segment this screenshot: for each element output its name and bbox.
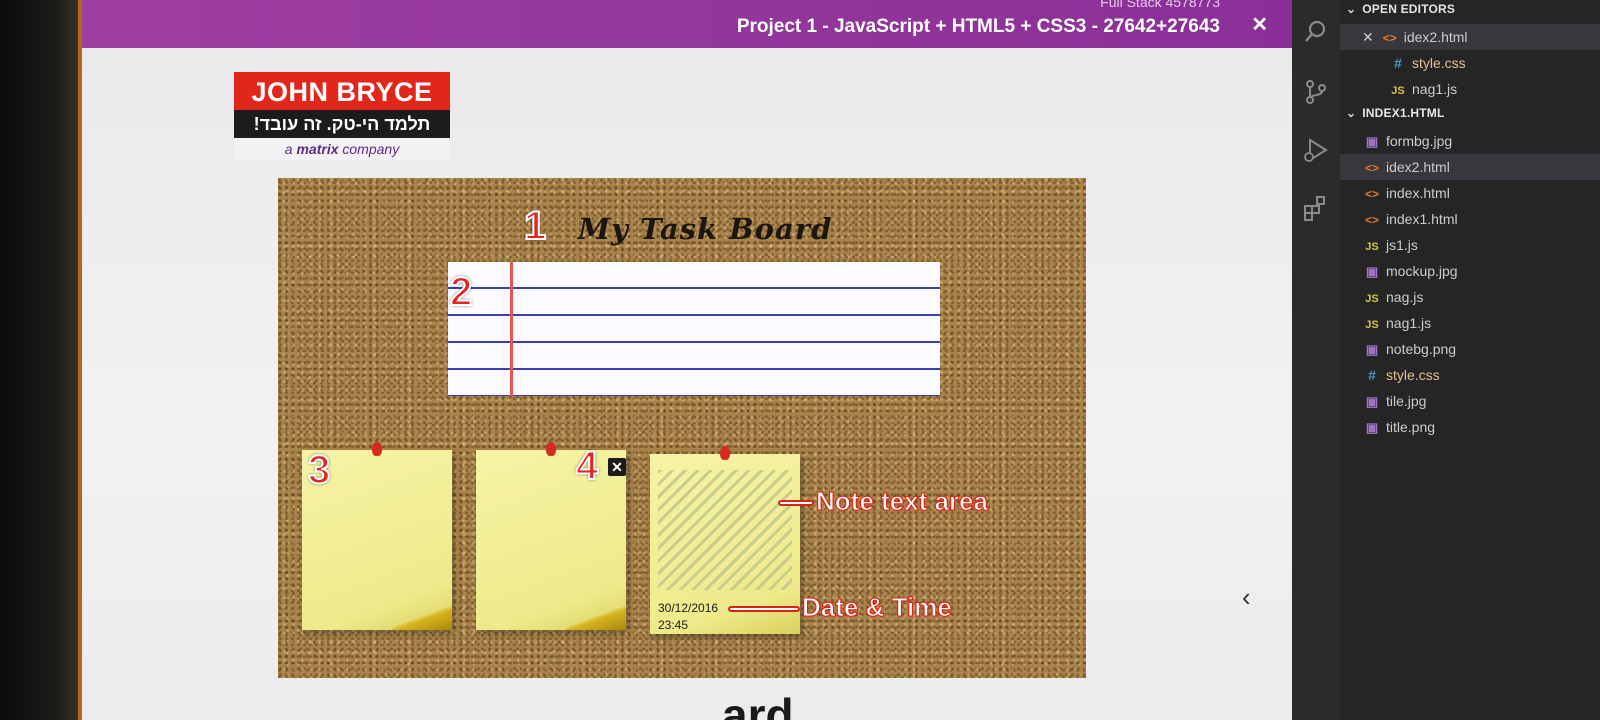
logo-tagline-prefix: a — [284, 141, 297, 157]
js-file-icon: JS — [1365, 319, 1379, 331]
search-icon[interactable] — [1302, 18, 1330, 46]
file-name: tile.jpg — [1386, 393, 1427, 409]
explorer-sidebar: ⌄ OPEN EDITORS ✕ <> idex2.html # style.css J… — [1340, 0, 1600, 720]
logo-slogan: תלמד הי-טק. זה עובד! — [234, 110, 450, 138]
chevron-down-icon: ⌄ — [1346, 2, 1357, 16]
sticky-note — [476, 442, 626, 630]
html-file-icon: <> — [1364, 161, 1379, 175]
callout-date-time: Date & Time — [802, 592, 953, 623]
callout-connector — [778, 500, 814, 506]
js-file-icon: JS — [1391, 85, 1405, 97]
file-name: idex2.html — [1386, 159, 1450, 175]
open-editor-item[interactable]: JS nag1.js — [1340, 76, 1600, 102]
file-item[interactable]: ▣ title.png — [1340, 414, 1600, 440]
pin-icon — [720, 446, 730, 460]
js-file-icon: JS — [1365, 293, 1379, 305]
john-bryce-logo: JOHN BRYCE תלמד הי-טק. זה עובד! a matrix… — [234, 72, 450, 168]
image-file-icon: ▣ — [1365, 342, 1379, 357]
file-name: nag.js — [1386, 289, 1424, 305]
open-editor-name: style.css — [1412, 55, 1466, 71]
file-item[interactable]: <> index.html — [1340, 180, 1600, 206]
file-item[interactable]: ▣ tile.jpg — [1340, 388, 1600, 414]
html-file-icon: <> — [1382, 31, 1397, 45]
run-debug-icon[interactable] — [1302, 136, 1330, 164]
callout-note-text-area: Note text area — [816, 486, 989, 517]
image-file-icon: ▣ — [1365, 264, 1379, 279]
open-editor-item[interactable]: # style.css — [1340, 50, 1600, 76]
note-curl — [566, 606, 626, 630]
file-name: index1.html — [1386, 211, 1458, 227]
note-datetime: 30/12/2016 23:45 — [658, 600, 718, 634]
pin-icon — [546, 442, 556, 456]
open-editor-item[interactable]: ✕ <> idex2.html — [1340, 24, 1600, 50]
note-curl — [392, 606, 452, 630]
task-board-mockup: 1 My Task Board 2 3 4 ✕ 30/12/2016 23:45… — [278, 178, 1086, 678]
logo-tagline-bold: matrix — [296, 141, 339, 157]
file-name: notebg.png — [1386, 341, 1457, 357]
file-name: mockup.jpg — [1386, 263, 1458, 279]
logo-tagline-suffix: company — [338, 141, 400, 157]
callout-connector — [728, 606, 800, 612]
css-file-icon: # — [1368, 367, 1376, 383]
board-title: My Task Board — [578, 212, 833, 246]
open-editor-name: nag1.js — [1412, 81, 1458, 97]
screen: Full Stack 4578773 Project 1 - JavaScrip… — [0, 0, 1600, 720]
note-text-area — [658, 470, 792, 590]
course-code: Full Stack 4578773 — [1100, 0, 1220, 10]
file-item[interactable]: # style.css — [1340, 362, 1600, 388]
close-icon[interactable]: ✕ — [1251, 12, 1268, 37]
document-page[interactable]: Full Stack 4578773 Project 1 - JavaScrip… — [82, 0, 1292, 720]
marker-3: 3 — [307, 447, 331, 493]
marker-2: 2 — [449, 269, 473, 315]
task-form-area — [448, 262, 940, 396]
file-name: js1.js — [1386, 237, 1418, 253]
marker-4: 4 — [575, 443, 599, 489]
file-item[interactable]: JS nag.js — [1340, 284, 1600, 310]
extensions-icon[interactable] — [1302, 194, 1330, 222]
file-item[interactable]: JS nag1.js — [1340, 310, 1600, 336]
logo-brand: JOHN BRYCE — [234, 72, 450, 110]
folder-header[interactable]: ⌄ INDEX1.HTML — [1346, 106, 1444, 120]
chevron-left-icon[interactable]: ‹ — [1242, 582, 1251, 613]
open-editor-name: idex2.html — [1403, 29, 1468, 45]
marker-1: 1 — [523, 203, 547, 249]
document-title: Project 1 - JavaScript + HTML5 + CSS3 - … — [736, 16, 1220, 37]
open-editors-label: OPEN EDITORS — [1362, 2, 1456, 16]
html-file-icon: <> — [1364, 187, 1379, 201]
js-file-icon: JS — [1365, 241, 1379, 253]
note-close-icon[interactable]: ✕ — [608, 458, 626, 476]
file-item[interactable]: ▣ formbg.jpg — [1340, 128, 1600, 154]
file-name: title.png — [1386, 419, 1436, 435]
file-name: index.html — [1386, 185, 1450, 201]
folder-label: INDEX1.HTML — [1362, 106, 1445, 120]
footer-heading-partial: ard — [722, 689, 794, 720]
css-file-icon: # — [1394, 55, 1402, 71]
open-editors-header[interactable]: ⌄ OPEN EDITORS — [1346, 2, 1455, 16]
image-file-icon: ▣ — [1365, 134, 1379, 149]
pin-icon — [372, 442, 382, 456]
file-item[interactable]: <> idex2.html — [1340, 154, 1600, 180]
file-name: style.css — [1386, 367, 1440, 383]
file-item[interactable]: ▣ mockup.jpg — [1340, 258, 1600, 284]
file-name: formbg.jpg — [1386, 133, 1453, 149]
monitor-bezel — [0, 0, 80, 720]
note-time: 23:45 — [658, 618, 689, 632]
file-item[interactable]: JS js1.js — [1340, 232, 1600, 258]
close-icon[interactable]: ✕ — [1362, 29, 1374, 45]
document-title-bar: Full Stack 4578773 Project 1 - JavaScrip… — [82, 0, 1292, 48]
html-file-icon: <> — [1364, 213, 1379, 227]
paper-margin-line — [510, 262, 513, 396]
file-item[interactable]: <> index1.html — [1340, 206, 1600, 232]
image-file-icon: ▣ — [1365, 420, 1379, 435]
activity-bar — [1292, 0, 1340, 720]
file-name: nag1.js — [1386, 315, 1432, 331]
image-file-icon: ▣ — [1365, 394, 1379, 409]
chevron-down-icon: ⌄ — [1346, 106, 1357, 120]
note-date: 30/12/2016 — [658, 601, 719, 615]
logo-tagline: a matrix company — [234, 138, 450, 160]
file-item[interactable]: ▣ notebg.png — [1340, 336, 1600, 362]
source-control-icon[interactable] — [1302, 78, 1330, 106]
